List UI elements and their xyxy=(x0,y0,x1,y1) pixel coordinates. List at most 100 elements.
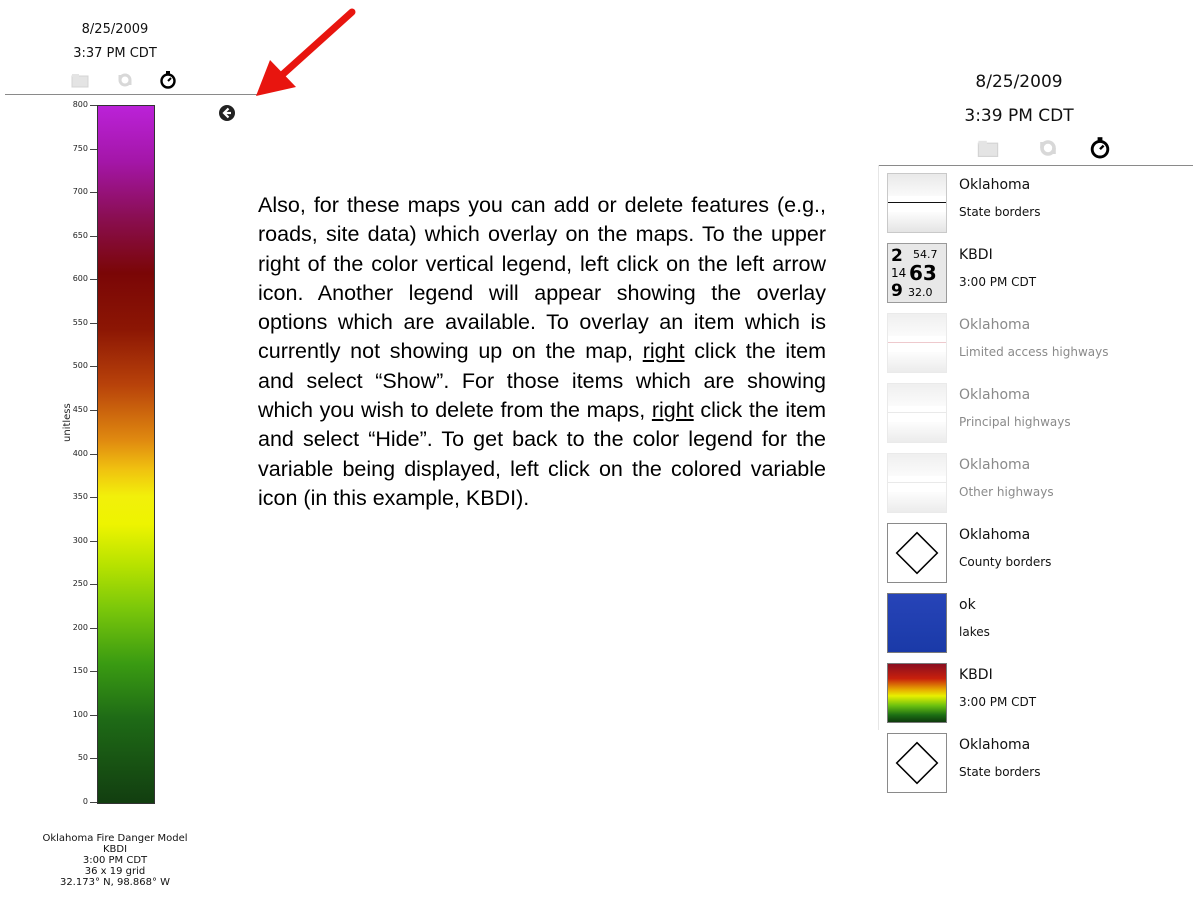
instructions-text: Also, for these maps you can add or dele… xyxy=(258,191,826,513)
valid-time: 3:00 PM CDT xyxy=(82,855,148,866)
overlay-item-limited-access-highways[interactable]: Oklahoma Limited access highways xyxy=(887,309,1161,375)
annotation-arrow-icon xyxy=(256,8,356,96)
scale-tick xyxy=(90,322,97,324)
scale-tick-label: 550 xyxy=(72,317,88,327)
scale-tick xyxy=(90,453,97,455)
scale-tick-label: 200 xyxy=(72,622,88,632)
scale-tick-label: 300 xyxy=(72,535,88,545)
instructions-part-1: Also, for these maps you can add or dele… xyxy=(258,193,826,364)
scale-tick-label: 700 xyxy=(72,187,88,197)
overlay-item-subtitle: Other highways xyxy=(959,485,1054,499)
overlay-item-state-borders-outline[interactable]: Oklahoma State borders xyxy=(887,729,1161,795)
timer-icon[interactable] xyxy=(158,70,178,90)
scale-tick-label: 450 xyxy=(72,404,88,414)
scale-tick-label: 600 xyxy=(72,274,88,284)
other-highways-thumbnail[interactable] xyxy=(887,453,947,513)
legend-info: Oklahoma Fire Danger Model KBDI 3:00 PM … xyxy=(0,833,230,888)
legend-toolbar xyxy=(70,70,190,92)
cursor-coordinates: 32.173° N, 98.868° W xyxy=(59,877,171,888)
principal-highways-thumbnail[interactable] xyxy=(887,383,947,443)
overlay-item-subtitle: State borders xyxy=(959,205,1041,219)
scale-tick xyxy=(90,497,97,499)
overlay-list: Oklahoma State borders 2 54.7 14 63 9 32… xyxy=(878,165,1161,793)
scale-tick-label: 100 xyxy=(72,709,88,719)
left-arrow-icon[interactable] xyxy=(218,104,236,122)
unit-label: unitless xyxy=(62,403,73,442)
scale-tick xyxy=(90,714,97,716)
overlay-item-subtitle: 3:00 PM CDT xyxy=(959,695,1037,709)
scale-tick xyxy=(90,279,97,281)
overlay-item-title: Oklahoma xyxy=(959,317,1031,333)
overlay-legend-time: 3:39 PM CDT xyxy=(964,106,1074,126)
scale-tick xyxy=(90,192,97,194)
overlay-item-subtitle: 3:00 PM CDT xyxy=(959,275,1037,289)
refresh-icon[interactable] xyxy=(115,70,135,90)
overlay-item-subtitle: Principal highways xyxy=(959,415,1071,429)
timer-icon[interactable] xyxy=(1088,136,1112,160)
right-underlined: right xyxy=(642,339,685,364)
model-name: Oklahoma Fire Danger Model xyxy=(42,833,188,844)
lakes-thumbnail[interactable] xyxy=(887,593,947,653)
overlay-item-title: ok xyxy=(959,597,976,613)
overlay-legend-date: 8/25/2009 xyxy=(975,72,1063,92)
scale-tick-label: 400 xyxy=(72,448,88,458)
scale-tick xyxy=(90,584,97,586)
overlay-item-title: KBDI xyxy=(959,667,993,683)
legend-date: 8/25/2009 xyxy=(81,22,149,37)
overlay-legend-panel: 8/25/2009 3:39 PM CDT Oklahoma State bor… xyxy=(878,0,1193,907)
limited-highways-thumbnail[interactable] xyxy=(887,313,947,373)
overlay-item-kbdi-variable[interactable]: KBDI 3:00 PM CDT xyxy=(887,659,1161,725)
scale-tick-label: 800 xyxy=(72,100,88,109)
scale-tick xyxy=(90,627,97,629)
color-legend-panel: 8/25/2009 3:37 PM CDT 800 750 700 650 600 550… xyxy=(0,0,270,907)
diamond-icon[interactable] xyxy=(887,733,947,793)
overlay-item-other-highways[interactable]: Oklahoma Other highways xyxy=(887,449,1161,515)
state-borders-thumbnail[interactable] xyxy=(887,173,947,233)
scale-tick-label: 350 xyxy=(72,492,88,502)
scale-tick xyxy=(90,105,97,106)
scale-tick-label: 150 xyxy=(72,666,88,676)
scale-tick xyxy=(90,802,97,803)
scale-tick xyxy=(90,366,97,368)
overlay-item-subtitle: County borders xyxy=(959,555,1052,569)
scale-tick xyxy=(90,235,97,237)
kbdi-variable-icon[interactable] xyxy=(887,663,947,723)
color-scale: 800 750 700 650 600 550 500 450 400 350 300 250 200 1… xyxy=(0,95,230,815)
scale-tick-label: 500 xyxy=(72,361,88,371)
overlay-item-title: KBDI xyxy=(959,247,993,263)
scale-tick xyxy=(90,671,97,673)
scale-tick xyxy=(90,758,97,760)
scale-tick-label: 0 xyxy=(82,797,88,806)
overlay-item-principal-highways[interactable]: Oklahoma Principal highways xyxy=(887,379,1161,445)
overlay-item-subtitle: State borders xyxy=(959,765,1041,779)
folder-icon[interactable] xyxy=(976,136,1000,160)
diamond-icon[interactable] xyxy=(887,523,947,583)
refresh-icon[interactable] xyxy=(1036,136,1060,160)
scale-tick-label: 650 xyxy=(72,230,88,240)
scale-tick-label: 50 xyxy=(77,753,88,763)
overlay-item-subtitle: Limited access highways xyxy=(959,345,1109,359)
overlay-item-title: Oklahoma xyxy=(959,737,1031,753)
overlay-item-kbdi-stations[interactable]: 2 54.7 14 63 9 32.0 KBDI 3:00 PM CDT xyxy=(887,239,1161,305)
scale-tick-label: 250 xyxy=(72,579,88,589)
grid-size: 36 x 19 grid xyxy=(84,866,146,877)
scale-tick xyxy=(90,409,97,411)
variable-name: KBDI xyxy=(102,844,128,855)
overlay-item-lakes[interactable]: ok lakes xyxy=(887,589,1161,655)
right-underlined: right xyxy=(651,398,694,423)
scale-tick xyxy=(90,148,97,150)
overlay-item-title: Oklahoma xyxy=(959,387,1031,403)
overlay-item-title: Oklahoma xyxy=(959,177,1031,193)
overlay-item-state-borders[interactable]: Oklahoma State borders xyxy=(887,169,1161,235)
folder-icon[interactable] xyxy=(70,70,90,90)
overlay-item-title: Oklahoma xyxy=(959,527,1031,543)
legend-time: 3:37 PM CDT xyxy=(73,46,157,61)
station-data-thumbnail[interactable]: 2 54.7 14 63 9 32.0 xyxy=(887,243,947,303)
scale-tick-label: 750 xyxy=(72,143,88,153)
scale-tick xyxy=(90,540,97,542)
color-bar[interactable] xyxy=(97,105,155,804)
overlay-toolbar xyxy=(943,136,1113,162)
overlay-item-subtitle: lakes xyxy=(959,625,990,639)
overlay-item-county-borders[interactable]: Oklahoma County borders xyxy=(887,519,1161,585)
overlay-item-title: Oklahoma xyxy=(959,457,1031,473)
